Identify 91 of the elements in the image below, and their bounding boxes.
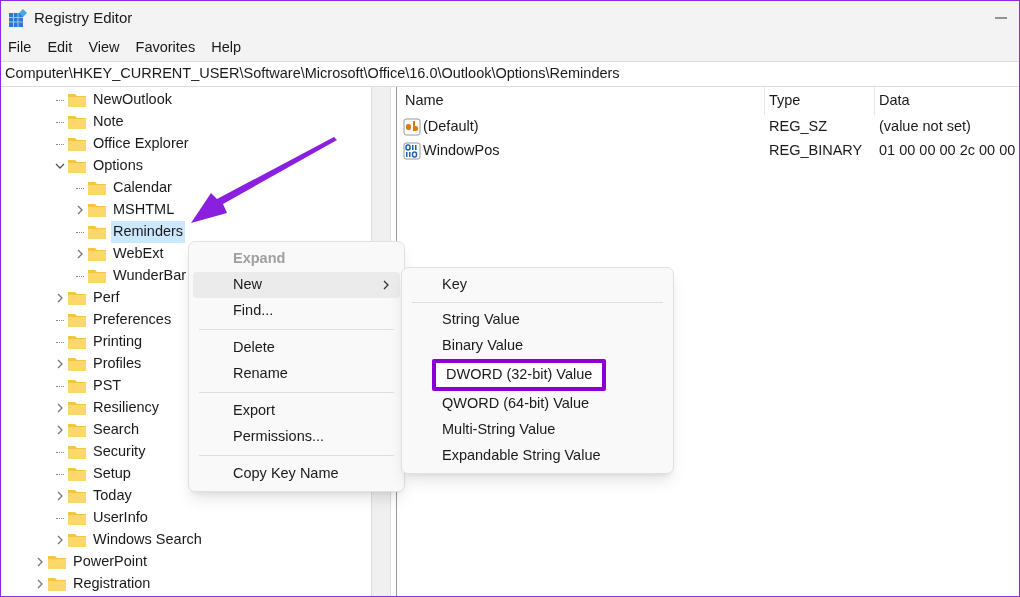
chevron-right-icon[interactable] (55, 491, 65, 501)
chevron-right-icon[interactable] (35, 557, 45, 567)
tree-item[interactable]: Printing (91, 331, 145, 353)
menu-item[interactable]: New (193, 272, 400, 298)
folder-icon (67, 92, 87, 108)
table-cell[interactable]: WindowPos (423, 140, 500, 162)
menu-item[interactable]: String Value (432, 307, 530, 333)
menu-item[interactable]: Help (211, 37, 241, 59)
string-value-icon (403, 118, 421, 136)
tree-item[interactable]: Preferences (91, 309, 174, 331)
tree-item[interactable]: WunderBar (111, 265, 189, 287)
tree-item[interactable]: Today (91, 485, 134, 507)
folder-icon (67, 290, 87, 306)
menu-item[interactable]: Binary Value (432, 333, 534, 359)
tree-item[interactable]: Security (91, 441, 148, 463)
folder-icon (67, 158, 87, 174)
window-title: Registry Editor (34, 7, 133, 28)
menu-item[interactable]: Multi-String Value (432, 417, 566, 443)
folder-icon (67, 444, 87, 460)
folder-icon (47, 576, 67, 592)
tree-item[interactable]: MSHTML (111, 199, 177, 221)
folder-icon (67, 312, 87, 328)
chevron-down-icon[interactable] (55, 161, 65, 171)
tree-item[interactable]: Reminders (111, 221, 186, 243)
menu-item[interactable]: Export (193, 398, 400, 424)
menu-item[interactable]: Favorites (135, 37, 196, 59)
tree-item[interactable]: Profiles (91, 353, 144, 375)
tree-item[interactable]: NewOutlook (91, 89, 174, 111)
chevron-right-icon[interactable] (75, 205, 85, 215)
folder-icon (67, 488, 87, 504)
address-bar[interactable]: Computer\HKEY_CURRENT_USER\Software\Microsoft\Office\16.0\Outlook\Options\Reminders (1, 61, 1019, 87)
chevron-right-icon (382, 280, 390, 290)
table-cell[interactable]: (Default) (423, 116, 479, 138)
folder-icon (87, 224, 107, 240)
folder-icon (67, 510, 87, 526)
tree-item[interactable]: Perf (91, 287, 122, 309)
table-cell-text: REG_BINARY (768, 141, 864, 161)
folder-icon (67, 378, 87, 394)
app-icon (8, 8, 28, 28)
tree-item[interactable]: WebExt (111, 243, 166, 265)
folder-icon (67, 356, 87, 372)
chevron-right-icon[interactable] (35, 579, 45, 589)
tree-item[interactable]: Search (91, 419, 141, 441)
menu-item[interactable]: File (8, 37, 32, 59)
folder-icon (87, 268, 107, 284)
chevron-right-icon[interactable] (55, 359, 65, 369)
folder-icon (67, 466, 87, 482)
tree-item[interactable]: Calendar (111, 177, 174, 199)
folder-icon (87, 246, 107, 262)
tree-item[interactable]: PowerPoint (71, 551, 150, 573)
table-cell-text: (value not set) (878, 117, 971, 137)
menu-item[interactable]: Permissions... (193, 424, 400, 450)
column-header[interactable]: Name (401, 87, 765, 115)
menu-item[interactable]: Copy Key Name (193, 461, 400, 487)
tree-item[interactable]: Setup (91, 463, 133, 485)
folder-icon (67, 114, 87, 130)
tree-item[interactable]: Windows Search (91, 529, 204, 551)
chevron-right-icon[interactable] (55, 535, 65, 545)
tree-item[interactable]: PST (91, 375, 124, 397)
menu-item[interactable]: Expandable String Value (432, 443, 611, 469)
menu-item[interactable]: View (88, 37, 120, 59)
menu-item[interactable]: Key (432, 272, 477, 298)
chevron-right-icon[interactable] (75, 249, 85, 259)
menu-item[interactable]: DWORD (32-bit) Value (432, 359, 607, 391)
table-cell-text: 01 00 00 00 2c 00 00 (878, 141, 1016, 161)
tree-item[interactable]: Registration (71, 573, 153, 595)
menu-item[interactable]: Rename (193, 361, 400, 387)
menu-item[interactable]: Edit (47, 37, 73, 59)
tree-item[interactable]: UserInfo (91, 507, 150, 529)
folder-icon (87, 202, 107, 218)
folder-icon (67, 400, 87, 416)
folder-icon (87, 180, 107, 196)
tree-item[interactable]: Note (91, 111, 126, 133)
chevron-right-icon[interactable] (55, 403, 65, 413)
column-header[interactable]: Data (875, 87, 1019, 115)
chevron-right-icon[interactable] (55, 293, 65, 303)
column-header[interactable]: Type (765, 87, 875, 115)
tree-item[interactable]: Options (91, 155, 145, 177)
folder-icon (67, 532, 87, 548)
folder-icon (47, 554, 67, 570)
menu-item[interactable]: Find... (193, 298, 400, 324)
binary-value-icon (403, 142, 421, 160)
menu-item[interactable]: QWORD (64-bit) Value (432, 391, 600, 417)
table-cell-text: REG_SZ (768, 117, 828, 137)
folder-icon (67, 422, 87, 438)
menu-item[interactable]: Delete (193, 335, 400, 361)
folder-icon (67, 136, 87, 152)
chevron-right-icon[interactable] (55, 425, 65, 435)
tree-item[interactable]: Resiliency (91, 397, 162, 419)
tree-item[interactable]: Office Explorer (91, 133, 191, 155)
folder-icon (67, 334, 87, 350)
